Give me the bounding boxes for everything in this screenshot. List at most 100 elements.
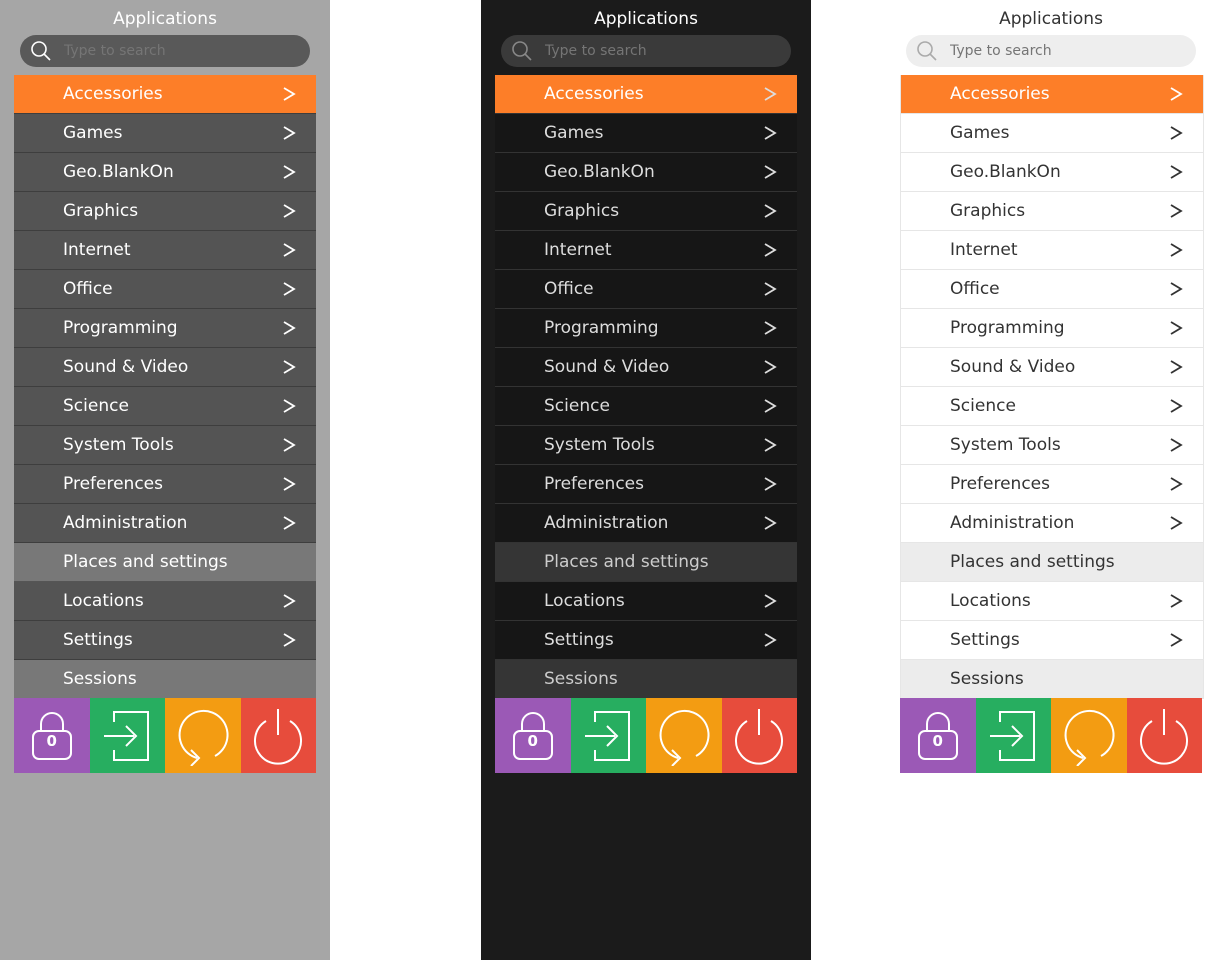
login-button[interactable] [975, 698, 1051, 773]
menu-item-preferences[interactable]: Preferences [14, 465, 316, 504]
menu-list: Accessories Games Geo.BlankOn Graphics Inter… [14, 75, 316, 699]
chevron-right-icon [764, 594, 777, 608]
chevron-right-icon [283, 87, 296, 101]
menu-item-system-tools[interactable]: System Tools [14, 426, 316, 465]
menu-item-accessories[interactable]: Accessories [495, 75, 797, 114]
lock-button[interactable]: 0 [495, 698, 571, 773]
menu-item-programming[interactable]: Programming [14, 309, 316, 348]
lock-count: 0 [527, 732, 538, 750]
menu-item-graphics[interactable]: Graphics [14, 192, 316, 231]
search-input[interactable] [950, 35, 1180, 67]
menu-item-system-tools[interactable]: System Tools [901, 426, 1203, 465]
restart-button[interactable] [165, 698, 241, 773]
menu-item-office[interactable]: Office [901, 270, 1203, 309]
menu-item-administration[interactable]: Administration [901, 504, 1203, 543]
menu-item-office[interactable]: Office [14, 270, 316, 309]
search-input[interactable] [64, 35, 294, 67]
login-button[interactable] [570, 698, 646, 773]
section-header-label: Places and settings [950, 552, 1115, 572]
search-box[interactable] [501, 35, 791, 67]
menu-item-programming[interactable]: Programming [901, 309, 1203, 348]
search-icon [512, 41, 532, 61]
section-header-label: Sessions [950, 669, 1024, 689]
places-section-header: Places and settings [14, 543, 316, 582]
menu-item-sound-video[interactable]: Sound & Video [495, 348, 797, 387]
chevron-right-icon [283, 594, 296, 608]
menu-item-internet[interactable]: Internet [14, 231, 316, 270]
menu-item-locations[interactable]: Locations [495, 582, 797, 621]
chevron-right-icon [1170, 126, 1183, 140]
search-box[interactable] [906, 35, 1196, 67]
menu-item-label: Games [950, 123, 1010, 143]
menu-item-locations[interactable]: Locations [14, 582, 316, 621]
menu-item-label: Graphics [950, 201, 1026, 221]
section-header-label: Places and settings [544, 552, 709, 572]
power-button[interactable] [721, 698, 797, 773]
restart-button[interactable] [1051, 698, 1127, 773]
menu-item-label: Geo.BlankOn [950, 162, 1061, 182]
menu-item-internet[interactable]: Internet [495, 231, 797, 270]
menu-item-label: Sound & Video [950, 357, 1076, 377]
menu-item-preferences[interactable]: Preferences [901, 465, 1203, 504]
lock-count: 0 [46, 732, 57, 750]
menu-item-graphics[interactable]: Graphics [901, 192, 1203, 231]
search-box[interactable] [20, 35, 310, 67]
menu-item-science[interactable]: Science [14, 387, 316, 426]
menu-item-programming[interactable]: Programming [495, 309, 797, 348]
login-button[interactable] [89, 698, 165, 773]
menu-item-accessories[interactable]: Accessories [901, 75, 1203, 114]
menu-item-games[interactable]: Games [14, 114, 316, 153]
menu-item-settings[interactable]: Settings [495, 621, 797, 660]
menu-item-settings[interactable]: Settings [14, 621, 316, 660]
menu-item-geo-blankon[interactable]: Geo.BlankOn [901, 153, 1203, 192]
menu-item-label: Programming [63, 318, 178, 338]
menu-item-games[interactable]: Games [495, 114, 797, 153]
menu-item-label: Programming [544, 318, 659, 338]
chevron-right-icon [1170, 282, 1183, 296]
menu-item-sound-video[interactable]: Sound & Video [901, 348, 1203, 387]
menu-item-administration[interactable]: Administration [14, 504, 316, 543]
chevron-right-icon [1170, 165, 1183, 179]
power-icon [735, 708, 784, 765]
lock-button[interactable]: 0 [900, 698, 976, 773]
menu-item-system-tools[interactable]: System Tools [495, 426, 797, 465]
places-section-header: Places and settings [495, 543, 797, 582]
chevron-right-icon [764, 87, 777, 101]
chevron-right-icon [764, 126, 777, 140]
menu-title: Applications [113, 9, 217, 29]
power-button[interactable] [1126, 698, 1202, 773]
lock-button[interactable]: 0 [14, 698, 90, 773]
menu-item-settings[interactable]: Settings [901, 621, 1203, 660]
menu-item-label: Games [63, 123, 123, 143]
chevron-right-icon [1170, 516, 1183, 530]
power-button[interactable] [240, 698, 316, 773]
menu-item-preferences[interactable]: Preferences [495, 465, 797, 504]
chevron-right-icon [283, 477, 296, 491]
menu-item-geo-blankon[interactable]: Geo.BlankOn [14, 153, 316, 192]
menu-item-internet[interactable]: Internet [901, 231, 1203, 270]
menu-item-games[interactable]: Games [901, 114, 1203, 153]
chevron-right-icon [283, 399, 296, 413]
menu-list: Accessories Games Geo.BlankOn Graphics Inter… [495, 75, 797, 699]
restart-button[interactable] [646, 698, 722, 773]
search-input[interactable] [545, 35, 775, 67]
menu-item-administration[interactable]: Administration [495, 504, 797, 543]
chevron-right-icon [283, 360, 296, 374]
menu-item-label: Settings [63, 630, 133, 650]
menu-item-graphics[interactable]: Graphics [495, 192, 797, 231]
section-header-label: Sessions [544, 669, 618, 689]
power-icon [1140, 708, 1189, 765]
menu-item-geo-blankon[interactable]: Geo.BlankOn [495, 153, 797, 192]
menu-item-label: Graphics [63, 201, 139, 221]
menu-title: Applications [999, 9, 1103, 29]
menu-item-accessories[interactable]: Accessories [14, 75, 316, 114]
menu-item-sound-video[interactable]: Sound & Video [14, 348, 316, 387]
login-icon [990, 710, 1036, 761]
menu-item-locations[interactable]: Locations [901, 582, 1203, 621]
menu-item-science[interactable]: Science [901, 387, 1203, 426]
menu-item-office[interactable]: Office [495, 270, 797, 309]
chevron-right-icon [764, 282, 777, 296]
menu-item-science[interactable]: Science [495, 387, 797, 426]
chevron-right-icon [283, 516, 296, 530]
menu-item-label: Locations [63, 591, 144, 611]
